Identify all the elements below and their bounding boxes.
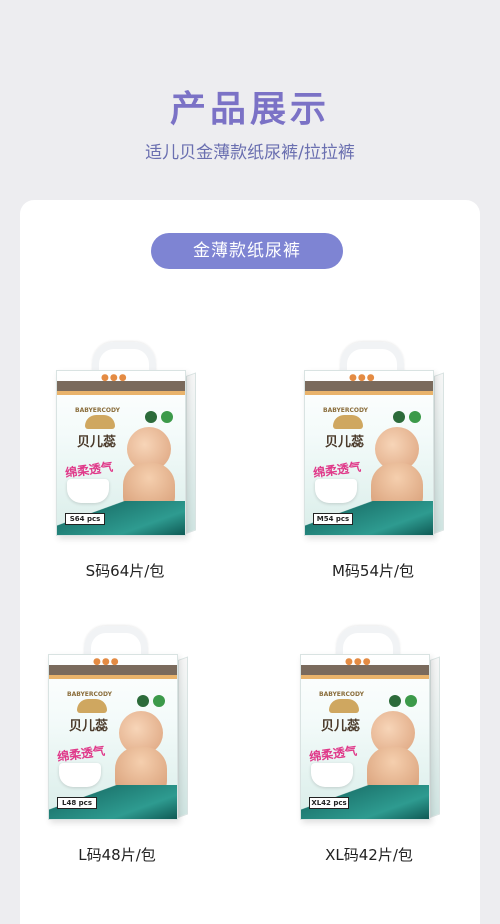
eco-icon xyxy=(137,695,149,707)
dots-icon: ●●● xyxy=(101,373,128,383)
crown-icon xyxy=(77,699,107,713)
diaper-package: ●●● BABYERCODY 贝儿蕊 绵柔透气 S64 pcs xyxy=(56,370,186,536)
brand-logo: 贝儿蕊 xyxy=(69,719,109,734)
diaper-icon xyxy=(311,763,353,787)
page-subtitle: 适儿贝金薄款纸尿裤/拉拉裤 xyxy=(145,143,355,163)
product-image[interactable]: ●●● BABYERCODY 贝儿蕊 绵柔透气 S64 pcs xyxy=(56,342,196,538)
eco-icon xyxy=(389,695,401,707)
crown-icon xyxy=(333,415,363,429)
size-tag: XL42 pcs xyxy=(309,797,349,809)
product-item-xl[interactable]: ●●● BABYERCODY 贝儿蕊 绵柔透气 XL42 pcs XL码42片/… xyxy=(294,626,444,865)
eco-icon xyxy=(393,411,405,423)
size-tag: S64 pcs xyxy=(65,513,105,525)
product-item-l[interactable]: ●●● BABYERCODY 贝儿蕊 绵柔透气 L48 pcs L码48片/包 xyxy=(42,626,192,865)
dots-icon: ●●● xyxy=(93,657,120,667)
diaper-package: ●●● BABYERCODY 贝儿蕊 绵柔透气 L48 pcs xyxy=(48,654,178,820)
category-pill[interactable]: 金薄款纸尿裤 xyxy=(151,233,343,269)
product-image[interactable]: ●●● BABYERCODY 贝儿蕊 绵柔透气 M54 pcs xyxy=(304,342,444,538)
dots-icon: ●●● xyxy=(345,657,372,667)
page: 产品展示 适儿贝金薄款纸尿裤/拉拉裤 金薄款纸尿裤 ●●● BABYERCODY… xyxy=(0,0,500,924)
diaper-package: ●●● BABYERCODY 贝儿蕊 绵柔透气 XL42 pcs xyxy=(300,654,430,820)
diaper-icon xyxy=(67,479,109,503)
brand-logo: 贝儿蕊 xyxy=(77,435,117,450)
size-tag: L48 pcs xyxy=(57,797,97,809)
product-label: M码54片/包 xyxy=(331,562,415,580)
eco-icon xyxy=(145,411,157,423)
leaf-icon xyxy=(161,411,173,423)
product-card: 金薄款纸尿裤 ●●● BABYERCODY 贝儿蕊 绵柔透气 S64 pcs S… xyxy=(20,200,480,924)
leaf-icon xyxy=(153,695,165,707)
product-label: XL码42片/包 xyxy=(325,846,413,864)
product-image[interactable]: ●●● BABYERCODY 贝儿蕊 绵柔透气 L48 pcs xyxy=(48,626,188,822)
dots-icon: ●●● xyxy=(349,373,376,383)
crown-icon xyxy=(329,699,359,713)
size-tag: M54 pcs xyxy=(313,513,353,525)
diaper-icon xyxy=(59,763,101,787)
product-label: L码48片/包 xyxy=(78,846,156,864)
product-item-m[interactable]: ●●● BABYERCODY 贝儿蕊 绵柔透气 M54 pcs M码54片/包 xyxy=(298,342,448,581)
diaper-icon xyxy=(315,479,357,503)
product-label: S码64片/包 xyxy=(85,562,165,580)
brand-logo: 贝儿蕊 xyxy=(321,719,361,734)
diaper-package: ●●● BABYERCODY 贝儿蕊 绵柔透气 M54 pcs xyxy=(304,370,434,536)
crown-icon xyxy=(85,415,115,429)
brand-logo: 贝儿蕊 xyxy=(325,435,365,450)
product-item-s[interactable]: ●●● BABYERCODY 贝儿蕊 绵柔透气 S64 pcs S码64片/包 xyxy=(50,342,200,581)
leaf-icon xyxy=(405,695,417,707)
product-image[interactable]: ●●● BABYERCODY 贝儿蕊 绵柔透气 XL42 pcs xyxy=(300,626,440,822)
page-title: 产品展示 xyxy=(169,89,330,130)
leaf-icon xyxy=(409,411,421,423)
